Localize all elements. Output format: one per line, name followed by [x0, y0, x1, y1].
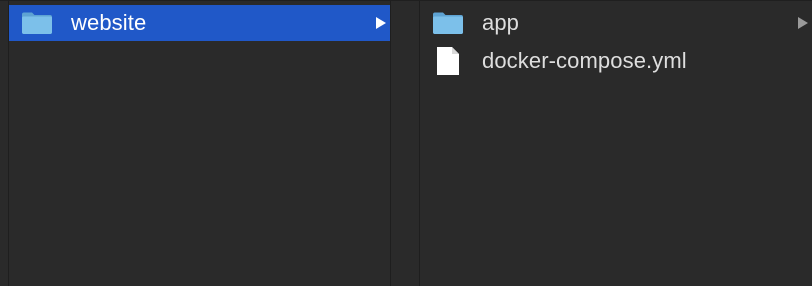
document-icon — [437, 47, 459, 75]
column-2[interactable]: app docker-compose.yml — [391, 1, 812, 286]
folder-icon — [22, 12, 52, 34]
list-item-app[interactable]: app — [420, 5, 812, 41]
item-label: website — [71, 10, 147, 35]
chevron-right-icon — [376, 17, 386, 29]
list-item-website[interactable]: website — [9, 5, 390, 41]
item-label: docker-compose.yml — [482, 48, 687, 73]
column-divider — [8, 1, 9, 286]
item-label: app — [482, 10, 520, 35]
folder-icon — [433, 12, 463, 34]
chevron-right-icon — [798, 17, 808, 29]
list-item-docker-compose[interactable]: docker-compose.yml — [420, 43, 812, 79]
column-1[interactable]: website — [0, 1, 391, 286]
finder-column-view: website app docker-compose.yml — [0, 0, 812, 286]
